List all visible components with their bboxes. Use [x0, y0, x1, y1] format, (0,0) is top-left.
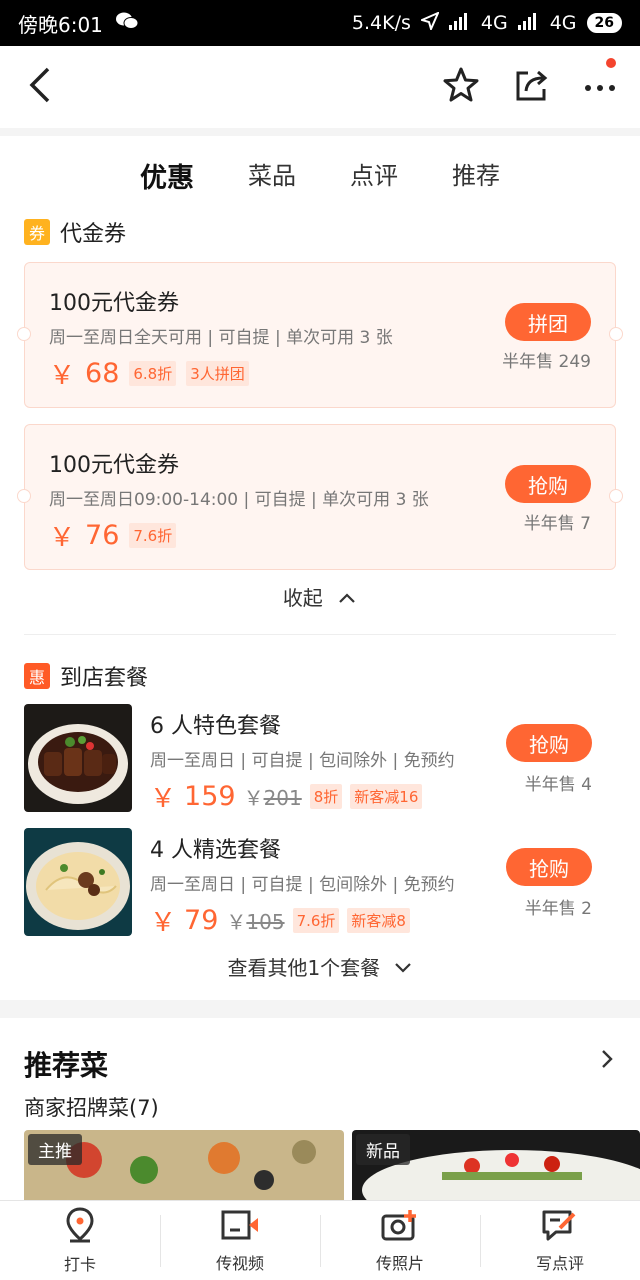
- share-icon[interactable]: [514, 67, 550, 107]
- write-review-button[interactable]: 写点评: [480, 1201, 640, 1280]
- sold-count: 半年售 2: [524, 899, 592, 919]
- package-badge: 惠: [24, 663, 50, 689]
- favorite-star-icon[interactable]: [442, 66, 480, 108]
- tab-recommend[interactable]: 推荐: [452, 150, 500, 200]
- package-desc: 周一至周日 | 可自提 | 包间除外 | 免预约: [150, 751, 455, 771]
- section-divider-band: [0, 1000, 640, 1018]
- currency-symbol: ￥: [150, 908, 177, 938]
- bottom-label: 传视频: [215, 1253, 264, 1273]
- collapse-label: 收起: [282, 586, 323, 610]
- divider: [24, 634, 616, 635]
- status-time: 傍晚6:01: [18, 12, 103, 37]
- discount-tag: 7.6折: [292, 908, 340, 933]
- collapse-toggle[interactable]: 收起: [0, 582, 640, 611]
- price-value: 79: [184, 905, 219, 936]
- checkin-button[interactable]: 打卡: [0, 1201, 160, 1280]
- signal-icon: [517, 12, 540, 35]
- net-speed: 5.4K/s: [351, 12, 411, 34]
- voucher-desc: 周一至周日全天可用 | 可自提 | 单次可用 3 张: [49, 328, 393, 348]
- price-value: 76: [85, 520, 120, 551]
- package-price: ￥ 159 ￥201 8折 新客减16: [150, 778, 423, 815]
- original-price: ￥105: [226, 910, 285, 934]
- signal-icon: [448, 12, 471, 35]
- price-value: 159: [184, 781, 236, 812]
- back-icon[interactable]: [24, 65, 54, 109]
- voucher-heading: 代金券: [60, 222, 127, 247]
- buy-button[interactable]: 抢购: [506, 724, 592, 762]
- voucher-price: ￥ 76 7.6折: [49, 517, 177, 554]
- voucher-badge: 券: [24, 219, 50, 245]
- section-tabs: 优惠 菜品 点评 推荐: [0, 150, 640, 200]
- original-price: ￥201: [243, 786, 302, 810]
- location-arrow-icon: [418, 10, 440, 35]
- voucher-section-header: 券 代金券: [24, 216, 126, 248]
- nav-bar: [0, 46, 640, 128]
- bottom-label: 写点评: [535, 1253, 584, 1273]
- sold-count: 半年售 4: [524, 775, 592, 795]
- package-section-header: 惠 到店套餐: [24, 660, 148, 692]
- package-photo: [24, 704, 132, 812]
- dish-card[interactable]: 新品: [352, 1130, 640, 1200]
- package-desc: 周一至周日 | 可自提 | 包间除外 | 免预约: [150, 875, 455, 895]
- package-item[interactable]: 6 人特色套餐 周一至周日 | 可自提 | 包间除外 | 免预约 ￥ 159 ￥…: [24, 704, 616, 814]
- group-buy-button[interactable]: 拼团: [505, 303, 591, 341]
- notification-dot: [606, 58, 616, 68]
- sold-count: 半年售 249: [502, 352, 591, 372]
- voucher-title: 100元代金券: [49, 453, 179, 478]
- discount-tag: 6.8折: [129, 361, 177, 386]
- network-type-2: 4G: [549, 12, 577, 34]
- recommend-title: 推荐菜: [24, 1049, 109, 1082]
- signature-dishes-subtitle: 商家招牌菜(7): [24, 1096, 159, 1120]
- network-type-1: 4G: [480, 12, 508, 34]
- group-tag: 3人拼团: [186, 361, 249, 386]
- discount-tag: 7.6折: [129, 523, 177, 548]
- upload-photo-button[interactable]: 传照片: [320, 1201, 480, 1280]
- voucher-desc: 周一至周日09:00-14:00 | 可自提 | 单次可用 3 张: [49, 490, 429, 510]
- new-customer-tag: 新客减16: [350, 784, 423, 809]
- more-packages-label: 查看其他1个套餐: [227, 956, 381, 980]
- discount-tag: 8折: [309, 784, 343, 809]
- new-customer-tag: 新客减8: [347, 908, 410, 933]
- wechat-icon: [115, 11, 139, 36]
- chevron-up-icon: [329, 586, 357, 610]
- sold-count: 半年售 7: [523, 514, 591, 534]
- voucher-card[interactable]: 100元代金券 周一至周日09:00-14:00 | 可自提 | 单次可用 3 …: [17, 424, 623, 570]
- chevron-right-icon[interactable]: [600, 1048, 614, 1074]
- voucher-title: 100元代金券: [49, 291, 179, 316]
- more-icon[interactable]: [584, 78, 616, 97]
- camera-plus-icon: [380, 1208, 420, 1246]
- divider-band: [0, 128, 640, 136]
- package-price: ￥ 79 ￥105 7.6折 新客减8: [150, 902, 410, 939]
- voucher-price: ￥ 68 6.8折 3人拼团: [49, 355, 249, 392]
- tab-reviews[interactable]: 点评: [350, 150, 398, 200]
- package-heading: 到店套餐: [60, 666, 149, 691]
- chevron-down-icon: [387, 956, 413, 980]
- more-packages-link[interactable]: 查看其他1个套餐: [0, 952, 640, 981]
- buy-button[interactable]: 抢购: [505, 465, 591, 503]
- package-name: 6 人特色套餐: [150, 714, 281, 739]
- package-name: 4 人精选套餐: [150, 838, 281, 863]
- package-photo: [24, 828, 132, 936]
- currency-symbol: ￥: [49, 523, 76, 553]
- price-value: 68: [85, 358, 120, 389]
- bottom-label: 传照片: [375, 1253, 424, 1273]
- dish-card[interactable]: 主推: [24, 1130, 344, 1200]
- buy-button[interactable]: 抢购: [506, 848, 592, 886]
- video-upload-icon: [220, 1208, 260, 1246]
- currency-symbol: ￥: [150, 784, 177, 814]
- bottom-action-bar: 打卡 传视频 传照片 写点评: [0, 1200, 640, 1280]
- currency-symbol: ￥: [49, 361, 76, 391]
- tab-dishes[interactable]: 菜品: [248, 150, 296, 200]
- bottom-label: 打卡: [63, 1254, 96, 1274]
- status-bar: 傍晚6:01 5.4K/s 4G 4G 26: [0, 0, 640, 46]
- package-item[interactable]: 4 人精选套餐 周一至周日 | 可自提 | 包间除外 | 免预约 ￥ 79 ￥1…: [24, 828, 616, 938]
- dish-tag: 主推: [28, 1134, 82, 1165]
- battery-icon: 26: [586, 13, 622, 33]
- dish-tag: 新品: [356, 1134, 410, 1165]
- voucher-card[interactable]: 100元代金券 周一至周日全天可用 | 可自提 | 单次可用 3 张 ￥ 68 …: [17, 262, 623, 408]
- location-pin-icon: [65, 1206, 95, 1247]
- tab-discount[interactable]: 优惠: [140, 150, 194, 200]
- edit-review-icon: [540, 1208, 580, 1246]
- upload-video-button[interactable]: 传视频: [160, 1201, 320, 1280]
